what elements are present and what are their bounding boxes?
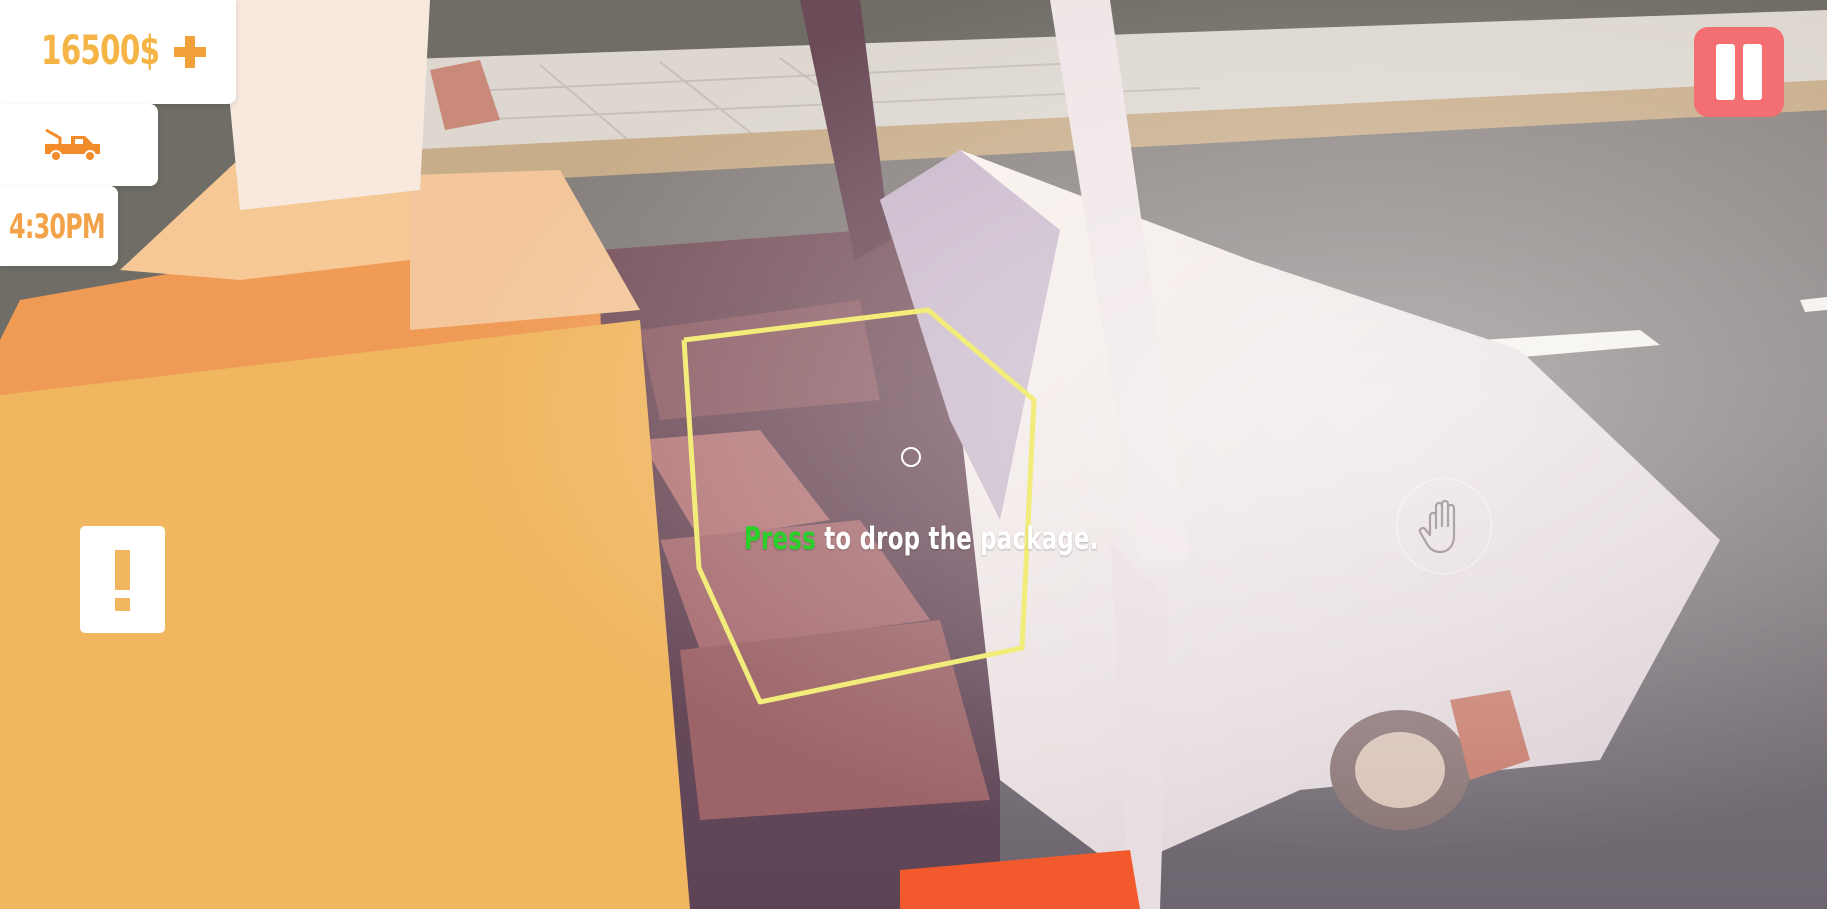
pause-button[interactable] <box>1694 27 1784 117</box>
crosshair <box>901 447 921 467</box>
time-panel: 4:30PM <box>0 186 118 266</box>
exclamation-icon <box>90 536 155 623</box>
money-amount: 16500$ <box>41 28 160 74</box>
money-panel: 16500$ <box>0 0 236 104</box>
time-of-day: 4:30PM <box>9 207 106 247</box>
prompt-action: to drop the package. <box>816 521 1099 557</box>
hand-icon <box>1418 499 1456 554</box>
interaction-prompt: Press to drop the package. <box>744 521 1099 557</box>
prompt-key: Press <box>744 521 817 557</box>
alert-button[interactable] <box>80 526 165 633</box>
add-money-button[interactable] <box>170 32 210 72</box>
plus-icon <box>174 36 206 68</box>
grab-button[interactable] <box>1396 478 1492 574</box>
job-panel[interactable] <box>0 104 158 186</box>
tow-truck-icon <box>42 126 104 166</box>
